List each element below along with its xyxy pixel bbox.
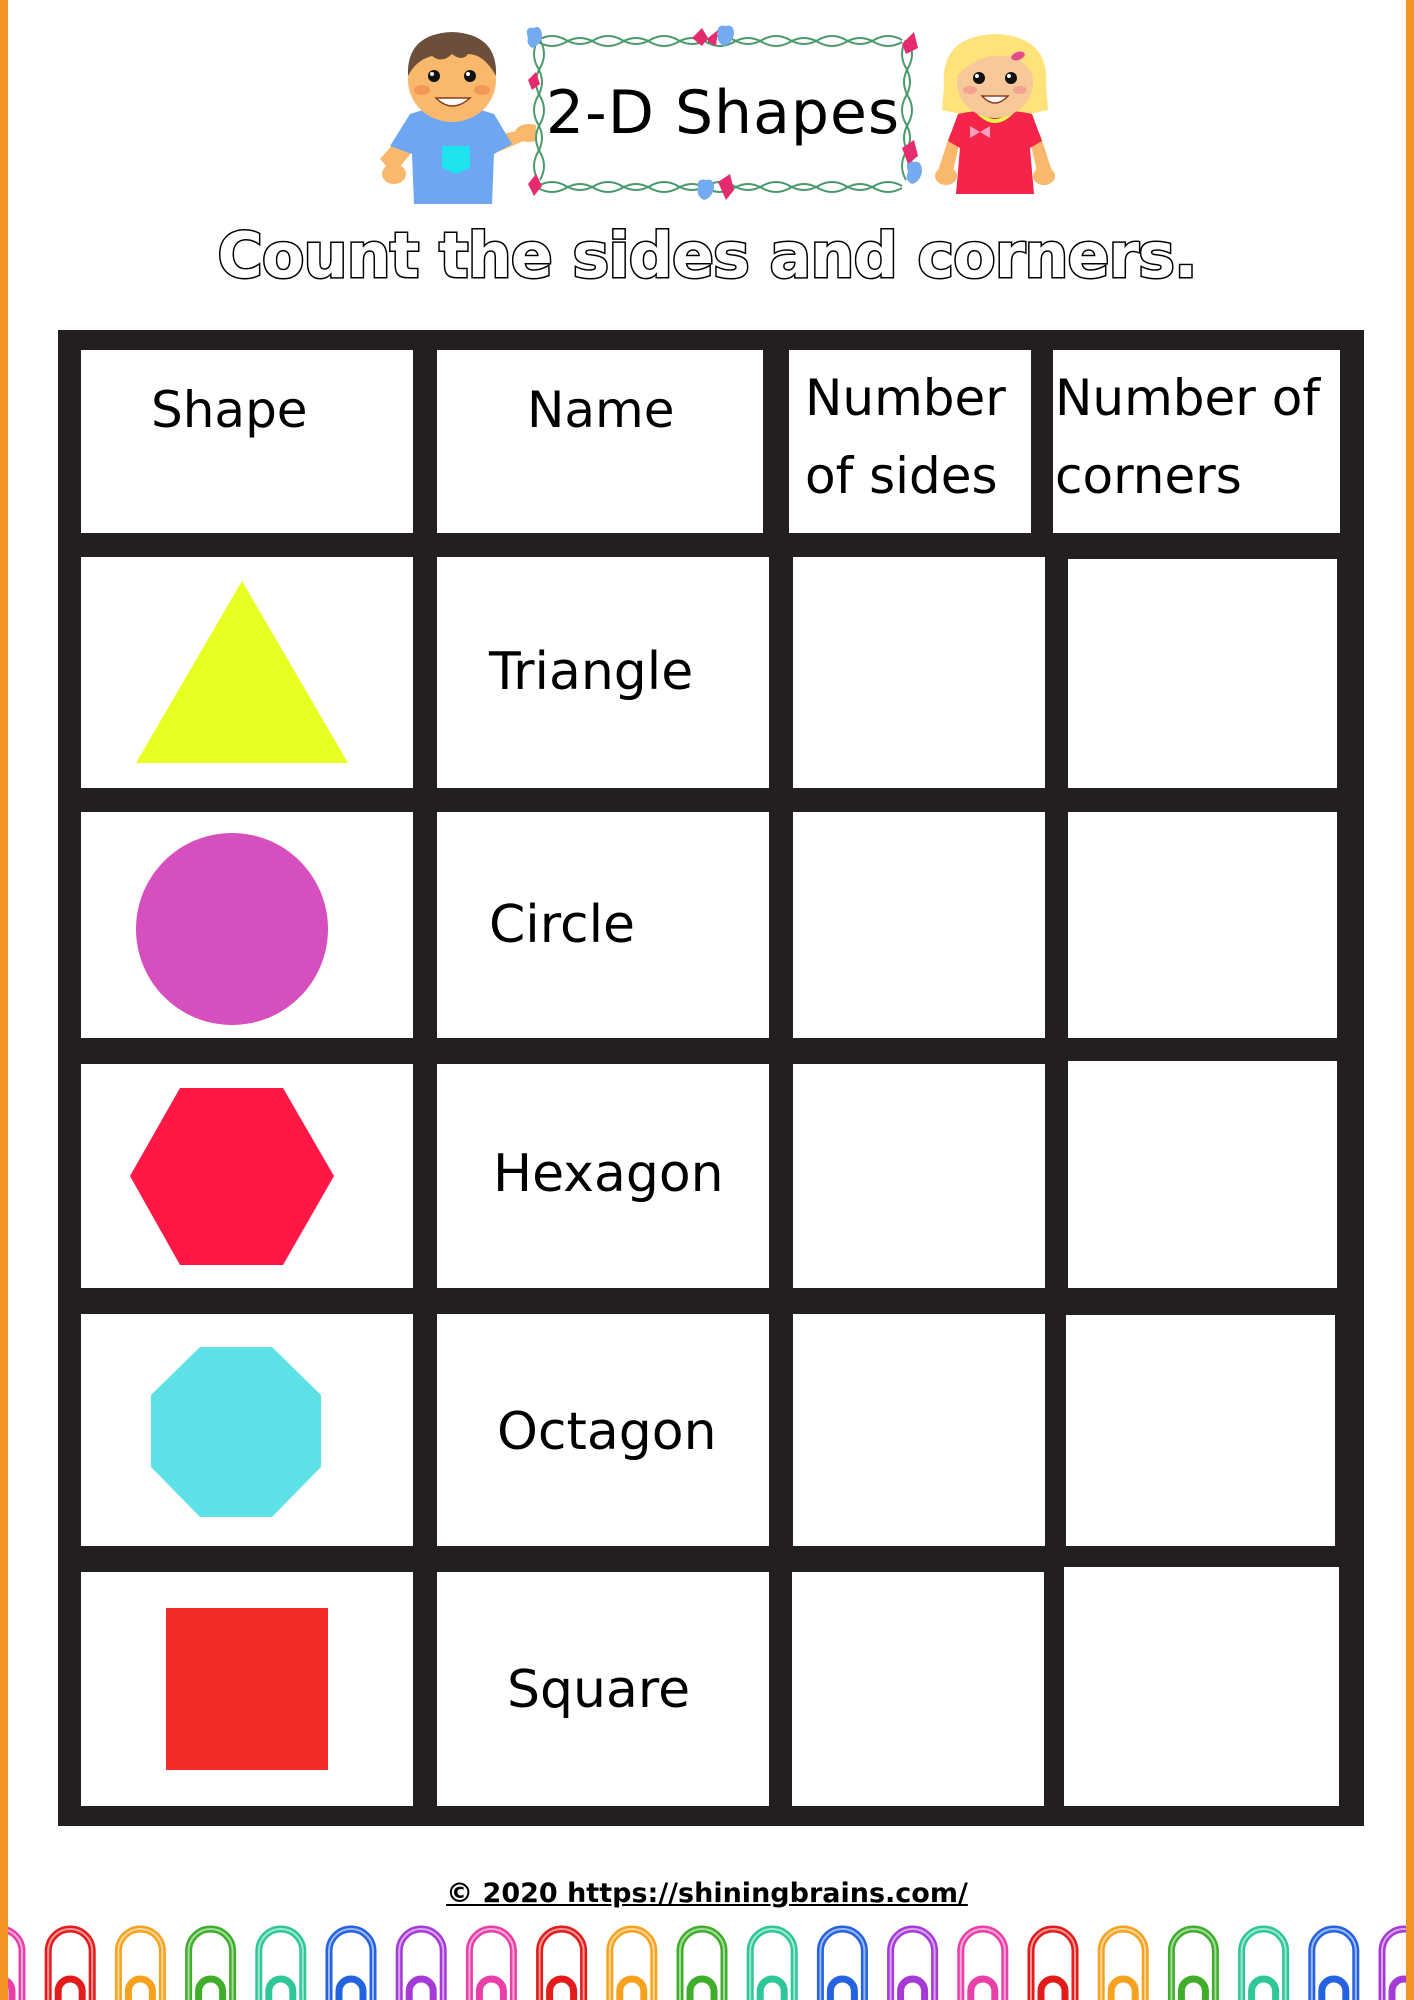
paperclip-icon	[255, 1925, 307, 2000]
paperclip-icon	[676, 1925, 728, 2000]
paperclip-icon	[1238, 1925, 1290, 2000]
triangle-icon	[136, 581, 348, 763]
shape-name: Octagon	[497, 1402, 717, 1462]
paperclip-icon	[746, 1925, 798, 2000]
paperclip-icon	[325, 1925, 377, 2000]
octagon-icon	[151, 1347, 321, 1517]
octagon-shape	[151, 1347, 321, 1517]
shape-cell	[81, 1064, 413, 1288]
name-cell: Circle	[437, 812, 769, 1038]
paperclip-icon	[536, 1925, 588, 2000]
column-header-corners-line2: corners	[1055, 447, 1242, 505]
copyright-link[interactable]: © 2020 https://shiningbrains.com/	[0, 1878, 1414, 1909]
header-cell-sides: Number of sides	[789, 350, 1031, 533]
corners-answer-cell[interactable]	[1068, 1061, 1337, 1288]
corners-answer-cell[interactable]	[1064, 1567, 1339, 1806]
paperclip-icon	[816, 1925, 868, 2000]
column-header-corners-line1: Number of	[1055, 369, 1320, 427]
shape-name: Square	[507, 1660, 691, 1720]
header-cell-corners: Number of corners	[1053, 350, 1340, 533]
paperclip-icon	[44, 1925, 96, 2000]
hexagon-icon	[130, 1088, 334, 1265]
hexagon-shape	[130, 1088, 334, 1265]
shape-cell	[81, 812, 413, 1038]
triangle-shape	[136, 581, 348, 763]
paperclip-icon	[606, 1925, 658, 2000]
shape-cell	[81, 557, 413, 788]
paperclip-icon	[957, 1925, 1009, 2000]
shape-name: Triangle	[489, 642, 694, 702]
corners-answer-cell[interactable]	[1068, 559, 1337, 788]
page-border-right	[1406, 0, 1414, 2000]
square-icon	[166, 1608, 328, 1770]
worksheet-title: 2-D Shapes	[545, 78, 901, 148]
name-cell: Hexagon	[437, 1064, 769, 1288]
sides-answer-cell[interactable]	[793, 1314, 1045, 1546]
paperclip-border	[8, 1925, 1406, 2000]
column-header-shape: Shape	[151, 381, 308, 439]
paperclip-icon	[887, 1925, 939, 2000]
corners-answer-cell[interactable]	[1066, 1315, 1335, 1546]
girl-illustration	[935, 34, 1055, 194]
shape-cell	[81, 1314, 413, 1546]
column-header-sides-line1: Number	[805, 369, 1006, 427]
paperclip-icon	[1097, 1925, 1149, 2000]
paperclip-icon	[185, 1925, 237, 2000]
column-header-sides-line2: of sides	[805, 447, 998, 505]
corners-answer-cell[interactable]	[1068, 812, 1337, 1038]
sides-answer-cell[interactable]	[793, 557, 1045, 788]
paperclip-icon	[114, 1925, 166, 2000]
header-cell-shape: Shape	[81, 350, 413, 533]
circle-shape	[136, 833, 328, 1025]
paperclip-icon	[8, 1926, 26, 2000]
paperclip-icon	[1027, 1925, 1079, 2000]
name-cell: Octagon	[437, 1314, 769, 1546]
shape-name: Hexagon	[493, 1144, 724, 1204]
circle-icon	[136, 833, 328, 1025]
header-cell-name: Name	[437, 350, 763, 533]
sides-answer-cell[interactable]	[793, 1064, 1045, 1288]
name-cell: Triangle	[437, 557, 769, 788]
worksheet-instructions: Count the sides and corners.	[216, 218, 1199, 294]
shape-name: Circle	[489, 895, 636, 955]
square-shape	[166, 1608, 328, 1770]
paperclip-icon	[465, 1925, 517, 2000]
paperclip-icon	[395, 1925, 447, 2000]
page-border-left	[0, 0, 8, 2000]
paperclip-icon	[1308, 1925, 1360, 2000]
column-header-name: Name	[527, 381, 675, 439]
boy-illustration	[380, 32, 542, 204]
name-cell: Square	[437, 1572, 769, 1806]
paperclip-icon	[1167, 1925, 1219, 2000]
sides-answer-cell[interactable]	[792, 1572, 1044, 1806]
sides-answer-cell[interactable]	[793, 812, 1045, 1038]
paperclip-icon	[1378, 1925, 1406, 2000]
shape-cell	[81, 1572, 413, 1806]
